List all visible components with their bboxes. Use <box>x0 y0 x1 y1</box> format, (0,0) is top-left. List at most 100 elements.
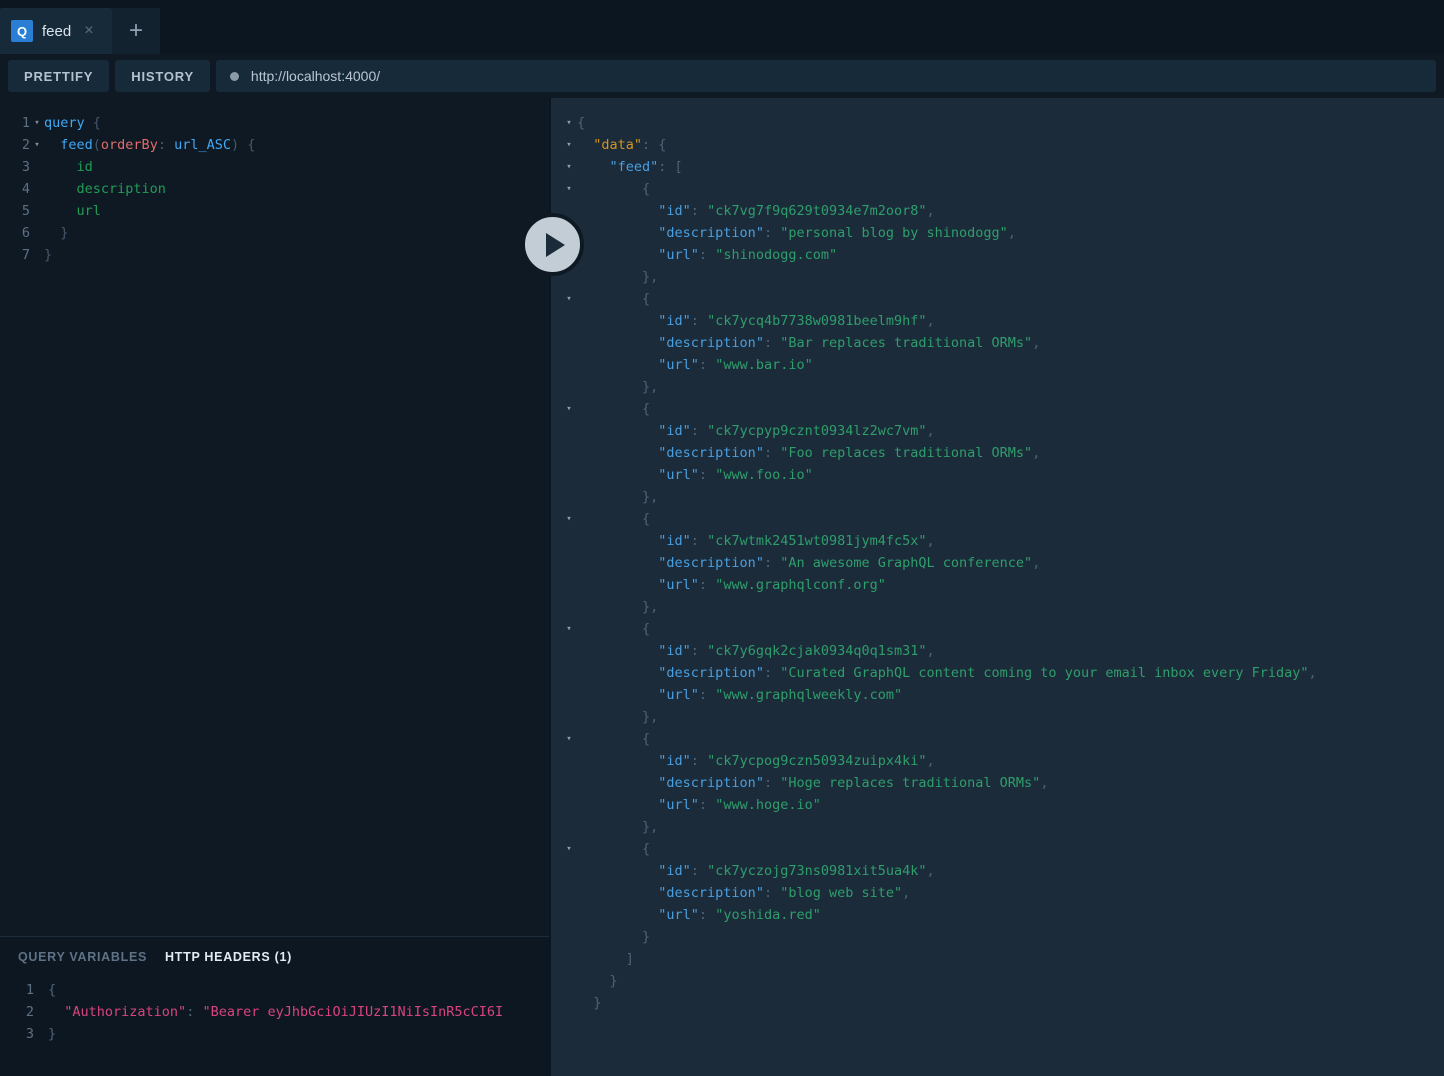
response-item-url: "url": "www.foo.io" <box>551 464 1444 486</box>
response-item-url: "url": "yoshida.red" <box>551 904 1444 926</box>
http-headers-editor[interactable]: 1 { 2 "Authorization": "Bearer eyJhbGciO… <box>0 977 549 1045</box>
response-gutter <box>551 750 561 772</box>
fold-arrow-icon[interactable]: ▾ <box>561 838 577 860</box>
token-query-keyword: query <box>44 115 85 131</box>
tab-label: feed <box>42 22 72 40</box>
fold-arrow-icon[interactable]: ▾ <box>561 134 577 156</box>
code-line: 7 } <box>0 244 549 266</box>
response-gutter <box>551 178 561 200</box>
fold-arrow-icon[interactable]: ▾ <box>561 156 577 178</box>
response-gutter <box>551 706 561 728</box>
code-line: 1 { <box>0 979 549 1001</box>
response-gutter <box>551 662 561 684</box>
fold-arrow-icon[interactable]: ▾ <box>561 178 577 200</box>
token-brace: { <box>239 137 256 153</box>
close-icon[interactable]: × <box>84 23 93 39</box>
tab-query-variables[interactable]: QUERY VARIABLES <box>18 950 147 964</box>
execute-query-button[interactable] <box>521 213 584 276</box>
response-item-id: "id": "ck7ycpog9czn50934zuipx4ki", <box>551 750 1444 772</box>
response-gutter <box>551 134 561 156</box>
fold-arrow-icon[interactable]: ▾ <box>561 618 577 640</box>
response-gutter <box>551 772 561 794</box>
fold-arrow-icon[interactable]: ▾ <box>30 112 44 134</box>
response-gutter <box>551 442 561 464</box>
response-gutter <box>551 508 561 530</box>
response-gutter <box>551 464 561 486</box>
response-item-open: ▾ { <box>551 838 1444 860</box>
response-gutter <box>551 728 561 750</box>
fold-arrow-icon[interactable]: ▾ <box>30 134 44 156</box>
response-gutter <box>551 794 561 816</box>
line-number: 2 <box>21 137 30 153</box>
endpoint-url-input[interactable]: http://localhost:4000/ <box>215 60 1436 92</box>
response-gutter <box>551 640 561 662</box>
response-gutter <box>551 574 561 596</box>
fold-arrow-icon[interactable]: ▾ <box>561 508 577 530</box>
response-feed-close: ] <box>551 948 1444 970</box>
response-gutter <box>551 420 561 442</box>
response-item-description: "description": "blog web site", <box>551 882 1444 904</box>
response-item-id: "id": "ck7wtmk2451wt0981jym4fc5x", <box>551 530 1444 552</box>
token-field-description: description <box>76 181 166 197</box>
fold-arrow-icon[interactable]: ▾ <box>561 112 577 134</box>
history-button[interactable]: HISTORY <box>115 60 210 92</box>
token-brace: { <box>48 982 57 998</box>
code-line: 2 ▾ feed(orderBy: url_ASC) { <box>0 134 549 156</box>
code-line: 2 "Authorization": "Bearer eyJhbGciOiJIU… <box>0 1001 549 1023</box>
fold-arrow-icon[interactable]: ▾ <box>561 288 577 310</box>
response-gutter <box>551 948 561 970</box>
token-argument-value: url_ASC <box>174 137 231 153</box>
graphql-q-icon: Q <box>11 20 33 42</box>
token-paren: ) <box>231 137 240 153</box>
response-item-url: "url": "www.graphqlweekly.com" <box>551 684 1444 706</box>
response-item-description: "description": "Curated GraphQL content … <box>551 662 1444 684</box>
token-field-url: url <box>76 203 101 219</box>
line-number: 2 <box>25 1004 34 1020</box>
tab-feed[interactable]: Q feed × <box>0 8 112 54</box>
fold-arrow-icon[interactable]: ▾ <box>561 728 577 750</box>
response-gutter <box>551 970 561 992</box>
response-item-close: }, <box>551 486 1444 508</box>
response-item-close: }, <box>551 376 1444 398</box>
token-argument-name: orderBy <box>100 137 158 153</box>
response-gutter <box>551 398 561 420</box>
tab-http-headers[interactable]: HTTP HEADERS (1) <box>165 950 292 964</box>
response-gutter <box>551 530 561 552</box>
response-gutter <box>551 354 561 376</box>
response-gutter <box>551 596 561 618</box>
response-item-close: }, <box>551 266 1444 288</box>
play-icon <box>545 232 565 257</box>
fold-arrow-icon[interactable]: ▾ <box>561 398 577 420</box>
response-gutter <box>551 860 561 882</box>
left-pane: 1 ▾ query { 2 ▾ feed(orderBy: url_ASC) {… <box>0 98 549 1076</box>
response-item-close: }, <box>551 816 1444 838</box>
response-gutter <box>551 882 561 904</box>
query-editor[interactable]: 1 ▾ query { 2 ▾ feed(orderBy: url_ASC) {… <box>0 98 549 936</box>
main-split: 1 ▾ query { 2 ▾ feed(orderBy: url_ASC) {… <box>0 98 1444 1076</box>
response-root-open: ▾{ <box>551 112 1444 134</box>
prettify-button[interactable]: PRETTIFY <box>8 60 110 92</box>
new-tab-button[interactable]: + <box>112 8 160 54</box>
response-viewer: ▾{▾ "data": {▾ "feed": [▾ { "id": "ck7vg… <box>551 98 1444 1014</box>
token-feed-field: feed <box>60 137 93 153</box>
